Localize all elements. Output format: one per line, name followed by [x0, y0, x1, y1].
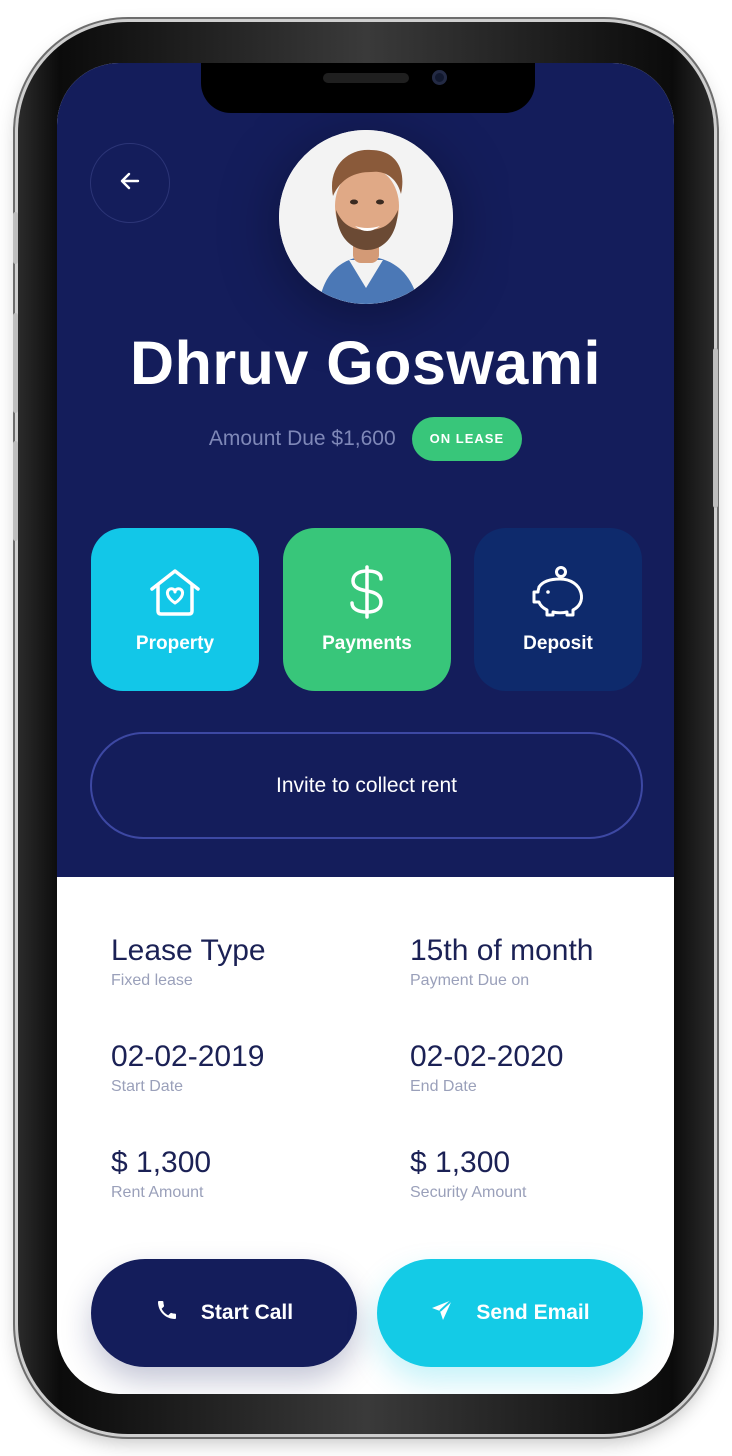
start-call-button[interactable]: Start Call [91, 1259, 357, 1367]
profile-name: Dhruv Goswami [130, 329, 601, 397]
volume-up-button [13, 313, 18, 413]
lease-type-caption: Fixed lease [111, 972, 193, 989]
payment-due-caption: Payment Due on [410, 972, 530, 989]
amount-due: Amount Due $1,600 [208, 427, 396, 450]
rent-amount-info: $ 1,300 Rent Amount [111, 1146, 371, 1202]
arrow-left-icon [118, 169, 142, 198]
profile-header: Dhruv Goswami Amount Due $1,600 ON LEASE… [57, 63, 674, 877]
payments-label: Payments [322, 632, 412, 654]
property-tile[interactable]: Property [91, 528, 259, 691]
send-email-button[interactable]: Send Email [377, 1259, 643, 1367]
payment-due-info: 15th of month Payment Due on [410, 934, 670, 990]
phone-screen: Dhruv Goswami Amount Due $1,600 ON LEASE… [57, 63, 674, 1394]
start-date-info: 02-02-2019 Start Date [111, 1040, 371, 1096]
piggy-bank-icon [529, 565, 587, 619]
security-amount-info: $ 1,300 Security Amount [410, 1146, 670, 1202]
send-email-label: Send Email [476, 1301, 590, 1324]
start-date-value: 02-02-2019 [111, 1040, 265, 1073]
send-icon [430, 1298, 454, 1328]
back-button[interactable] [90, 143, 170, 223]
avatar [279, 130, 453, 304]
end-date-value: 02-02-2020 [410, 1040, 564, 1073]
rent-amount-value: $ 1,300 [111, 1146, 212, 1179]
end-date-info: 02-02-2020 End Date [410, 1040, 670, 1096]
deposit-tile[interactable]: Deposit [474, 528, 642, 691]
invite-to-collect-rent-button[interactable]: Invite to collect rent [90, 732, 643, 839]
start-date-caption: Start Date [111, 1078, 184, 1095]
notch [201, 63, 535, 113]
payment-due-value: 15th of month [410, 934, 594, 967]
security-amount-value: $ 1,300 [410, 1146, 511, 1179]
volume-down-button [13, 441, 18, 541]
dollar-icon [347, 564, 387, 619]
end-date-caption: End Date [410, 1078, 477, 1095]
phone-icon [155, 1298, 179, 1328]
property-label: Property [135, 632, 215, 654]
amount-row: Amount Due $1,600 ON LEASE [57, 416, 674, 462]
lease-type-value: Lease Type [111, 934, 266, 967]
house-heart-icon [148, 565, 202, 619]
mute-switch [13, 212, 18, 264]
rent-amount-caption: Rent Amount [111, 1184, 204, 1201]
deposit-label: Deposit [523, 632, 593, 654]
power-button [713, 348, 718, 508]
payments-tile[interactable]: Payments [283, 528, 451, 691]
security-amount-caption: Security Amount [410, 1184, 527, 1201]
start-call-label: Start Call [200, 1301, 294, 1324]
speaker-grille [323, 73, 409, 83]
front-camera [432, 70, 447, 85]
status-badge: ON LEASE [411, 417, 523, 461]
lease-type-info: Lease Type Fixed lease [111, 934, 371, 990]
